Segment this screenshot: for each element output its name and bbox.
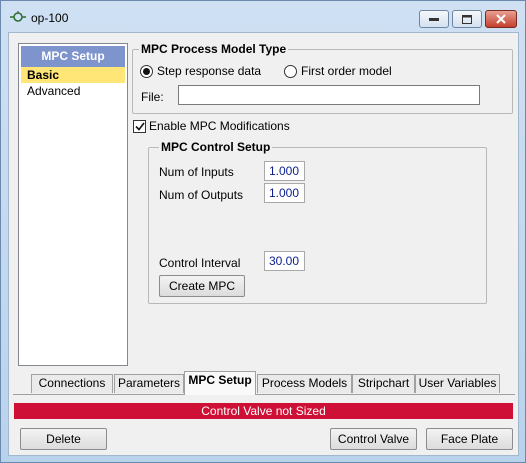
face-plate-button[interactable]: Face Plate (426, 428, 513, 450)
create-mpc-button[interactable]: Create MPC (159, 275, 245, 297)
radio-selected-dot (143, 67, 150, 75)
minimize-button[interactable] (419, 10, 449, 28)
dialog-window: op-100 MPC Setup Basic Advanced MPC Proc… (0, 0, 526, 463)
radio-circle (284, 64, 297, 78)
close-button[interactable] (485, 10, 517, 28)
radio-step-response[interactable]: Step response data (140, 64, 261, 78)
tab-stripchart[interactable]: Stripchart (352, 374, 415, 393)
num-inputs-field[interactable]: 1.000 (264, 161, 305, 181)
maximize-icon (462, 14, 472, 24)
sidebar-item-advanced[interactable]: Advanced (21, 83, 125, 99)
tab-mpc-setup[interactable]: MPC Setup (184, 371, 256, 395)
control-setup-group-title: MPC Control Setup (159, 140, 273, 154)
delete-button[interactable]: Delete (20, 428, 107, 450)
num-outputs-label: Num of Outputs (159, 188, 244, 202)
enable-mpc-modifications-label: Enable MPC Modifications (149, 119, 290, 133)
window-title: op-100 (31, 11, 69, 25)
radio-step-response-label: Step response data (157, 64, 262, 78)
radio-first-order[interactable]: First order model (284, 64, 392, 78)
sidebar-header: MPC Setup (21, 46, 125, 67)
title-bar[interactable]: op-100 (1, 1, 525, 31)
control-interval-label: Control Interval (159, 256, 241, 270)
setup-sidebar: MPC Setup Basic Advanced (18, 43, 128, 366)
sidebar-item-basic[interactable]: Basic (21, 67, 125, 83)
maximize-button[interactable] (452, 10, 482, 28)
minimize-icon (429, 18, 439, 21)
radio-first-order-label: First order model (301, 64, 392, 78)
app-icon (9, 11, 27, 23)
tab-user-variables[interactable]: User Variables (415, 374, 500, 393)
file-input[interactable] (178, 85, 480, 105)
process-model-group-title: MPC Process Model Type (139, 42, 289, 56)
num-inputs-label: Num of Inputs (159, 165, 234, 179)
tab-process-models[interactable]: Process Models (257, 374, 352, 393)
checkmark-icon (134, 122, 145, 131)
file-label: File: (141, 90, 164, 104)
enable-mpc-modifications-checkbox[interactable]: Enable MPC Modifications (133, 119, 290, 133)
tab-parameters[interactable]: Parameters (114, 374, 184, 393)
control-interval-field[interactable]: 30.00 (264, 251, 305, 271)
tab-strip: Connections Parameters MPC Setup Process… (13, 370, 515, 395)
status-banner: Control Valve not Sized (14, 403, 513, 419)
num-outputs-field[interactable]: 1.000 (264, 183, 305, 203)
tab-connections[interactable]: Connections (31, 374, 113, 393)
radio-circle (140, 64, 153, 78)
checkbox-box (133, 119, 146, 133)
close-icon (496, 14, 506, 24)
dialog-body: MPC Setup Basic Advanced MPC Process Mod… (8, 32, 519, 456)
control-valve-button[interactable]: Control Valve (330, 428, 417, 450)
